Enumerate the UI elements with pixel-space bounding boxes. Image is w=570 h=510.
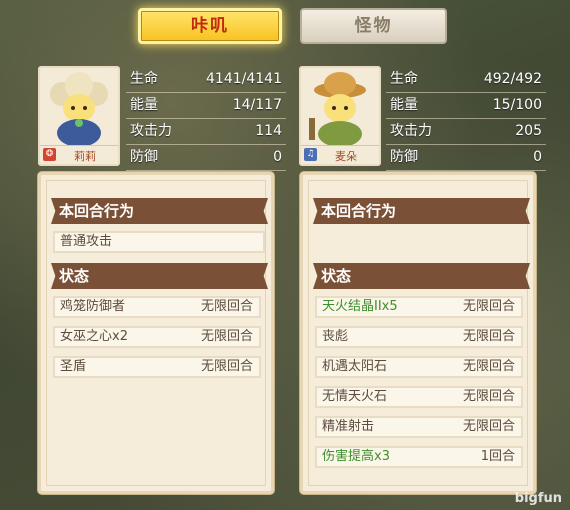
status-item[interactable]: 鸡笼防御者 无限回合 xyxy=(53,296,261,318)
stat-value: 205 xyxy=(515,123,542,139)
stat-label: 能量 xyxy=(130,97,158,113)
maiduo-character-icon xyxy=(301,68,379,146)
music-note-icon: ♫ xyxy=(304,148,317,161)
stat-energy: 能量 14/117 xyxy=(126,93,286,119)
status-item[interactable]: 精准射击 无限回合 xyxy=(315,416,523,438)
status-item[interactable]: 天火结晶IIx5 无限回合 xyxy=(315,296,523,318)
status-name: 圣盾 xyxy=(60,359,87,374)
stat-value: 15/100 xyxy=(492,97,542,113)
status-duration: 无限回合 xyxy=(200,359,253,374)
status-duration: 无限回合 xyxy=(200,299,253,314)
status-duration: 1回合 xyxy=(480,449,515,464)
action-name: 普通攻击 xyxy=(60,234,113,249)
status-header: 状态 xyxy=(51,263,268,289)
status-item[interactable]: 丧彪 无限回合 xyxy=(315,326,523,348)
bigfun-watermark: bigfun xyxy=(514,491,562,506)
tab-kaji[interactable]: 咔叽 xyxy=(138,8,282,44)
lily-character-icon xyxy=(40,68,118,146)
status-header: 状态 xyxy=(313,263,530,289)
status-duration: 无限回合 xyxy=(462,329,515,344)
status-name: 无情天火石 xyxy=(322,389,388,404)
stat-defense: 防御 0 xyxy=(126,145,286,171)
right-stats: 生命 492/492 能量 15/100 攻击力 205 防御 0 xyxy=(386,67,546,171)
stat-value: 492/492 xyxy=(483,71,542,87)
tab-monster[interactable]: 怪物 xyxy=(300,8,447,44)
status-duration: 无限回合 xyxy=(462,389,515,404)
action-header: 本回合行为 xyxy=(51,198,268,224)
left-name-bar: ❂ 莉莉 xyxy=(40,145,118,164)
stat-value: 114 xyxy=(255,123,282,139)
stat-defense: 防御 0 xyxy=(386,145,546,171)
status-item[interactable]: 无情天火石 无限回合 xyxy=(315,386,523,408)
stat-energy: 能量 15/100 xyxy=(386,93,546,119)
stat-attack: 攻击力 205 xyxy=(386,119,546,145)
status-item[interactable]: 圣盾 无限回合 xyxy=(53,356,261,378)
stat-value: 14/117 xyxy=(232,97,282,113)
left-info-panel[interactable]: 本回合行为 普通攻击 状态 鸡笼防御者 无限回合 女巫之心x2 无限回合 圣盾 无限回… xyxy=(38,172,274,494)
right-name-bar: ♫ 麦朵 xyxy=(301,145,379,164)
stat-value: 4141/4141 xyxy=(206,71,282,87)
stat-label: 攻击力 xyxy=(390,123,432,139)
status-name: 女巫之心x2 xyxy=(60,329,128,344)
right-info-panel[interactable]: 本回合行为 状态 天火结晶IIx5 无限回合 丧彪 无限回合 机遇太阳石 无限回合 无… xyxy=(300,172,536,494)
status-name: 伤害提高x3 xyxy=(322,449,390,464)
status-item[interactable]: 机遇太阳石 无限回合 xyxy=(315,356,523,378)
status-name: 丧彪 xyxy=(322,329,349,344)
stat-value: 0 xyxy=(533,149,542,165)
class-badge-icon: ❂ xyxy=(43,148,56,161)
left-character-portrait[interactable]: ❂ 莉莉 xyxy=(38,66,120,166)
status-name: 机遇太阳石 xyxy=(322,359,388,374)
stat-label: 防御 xyxy=(130,149,158,165)
stat-label: 生命 xyxy=(390,71,418,87)
status-name: 天火结晶IIx5 xyxy=(322,299,398,314)
status-name: 精准射击 xyxy=(322,419,375,434)
status-item[interactable]: 女巫之心x2 无限回合 xyxy=(53,326,261,348)
right-character-name: 麦朵 xyxy=(335,150,357,163)
stat-attack: 攻击力 114 xyxy=(126,119,286,145)
status-item[interactable]: 伤害提高x3 1回合 xyxy=(315,446,523,468)
status-duration: 无限回合 xyxy=(462,299,515,314)
stat-label: 防御 xyxy=(390,149,418,165)
left-stats: 生命 4141/4141 能量 14/117 攻击力 114 防御 0 xyxy=(126,67,286,171)
stat-label: 攻击力 xyxy=(130,123,172,139)
stat-value: 0 xyxy=(273,149,282,165)
status-duration: 无限回合 xyxy=(462,419,515,434)
stat-hp: 生命 4141/4141 xyxy=(126,67,286,93)
action-item: 普通攻击 xyxy=(53,231,265,253)
right-character-portrait[interactable]: ♫ 麦朵 xyxy=(299,66,381,166)
stat-hp: 生命 492/492 xyxy=(386,67,546,93)
status-name: 鸡笼防御者 xyxy=(60,299,126,314)
stat-label: 生命 xyxy=(130,71,158,87)
stat-label: 能量 xyxy=(390,97,418,113)
left-character-name: 莉莉 xyxy=(74,150,96,163)
status-duration: 无限回合 xyxy=(200,329,253,344)
action-header: 本回合行为 xyxy=(313,198,530,224)
status-duration: 无限回合 xyxy=(462,359,515,374)
